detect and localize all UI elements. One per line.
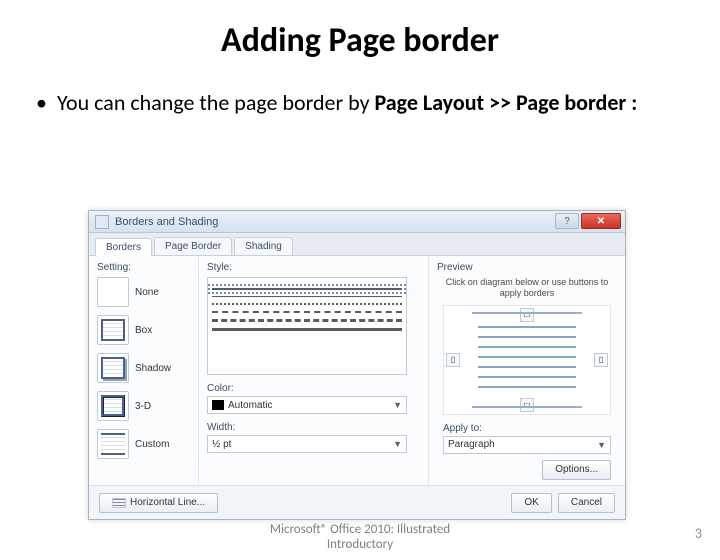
dialog-title: Borders and Shading xyxy=(115,216,218,228)
preview-label: Preview xyxy=(437,262,617,273)
shadow-icon xyxy=(97,353,129,383)
width-value: ½ pt xyxy=(212,439,231,450)
border-left-toggle[interactable]: ▯ xyxy=(446,353,460,367)
setting-shadow[interactable]: Shadow xyxy=(97,353,190,383)
style-solid-2[interactable] xyxy=(212,296,402,297)
width-label: Width: xyxy=(207,422,420,433)
dialog-body: Setting: None Box Shadow 3-D Custom Styl… xyxy=(89,256,625,518)
border-bottom-toggle[interactable]: ▭ xyxy=(520,398,534,412)
setting-3d[interactable]: 3-D xyxy=(97,391,190,421)
style-thick[interactable] xyxy=(212,328,402,331)
apply-to-combo[interactable]: Paragraph ▼ xyxy=(443,436,611,454)
style-solid[interactable] xyxy=(212,288,402,290)
setting-box[interactable]: Box xyxy=(97,315,190,345)
bullet-item: • You can change the page border by Page… xyxy=(36,89,720,117)
apply-to-value: Paragraph xyxy=(448,439,495,450)
apply-to-label: Apply to: xyxy=(443,423,611,434)
footer-caption: Microsoft® Office 2010: Illustrated Intr… xyxy=(0,522,720,552)
preview-column: Preview Click on diagram below or use bu… xyxy=(429,256,625,518)
style-column: Style: Color: Automatic ▼ Width: ½ pt ▼ xyxy=(199,256,429,518)
setting-label: Setting: xyxy=(97,262,190,273)
bullet-text: You can change the page border by Page L… xyxy=(57,89,637,117)
box-icon xyxy=(97,315,129,345)
dialog-titlebar[interactable]: Borders and Shading ? ✕ xyxy=(89,211,625,233)
none-label: None xyxy=(135,287,159,298)
style-dashed[interactable] xyxy=(212,311,402,313)
tab-page-border[interactable]: Page Border xyxy=(154,237,232,255)
custom-label: Custom xyxy=(135,439,169,450)
dialog-tabs: Borders Page Border Shading xyxy=(89,233,625,256)
color-swatch-icon xyxy=(212,400,224,410)
bullet-prefix: You can change the page border by xyxy=(57,89,375,116)
horizontal-line-button[interactable]: Horizontal Line... xyxy=(99,493,218,513)
chevron-down-icon: ▼ xyxy=(597,440,606,450)
footer-line1: Microsoft® Office 2010: Illustrated xyxy=(270,522,450,537)
preview-diagram[interactable]: ▭ ▭ ▯ ▯ xyxy=(443,305,611,415)
custom-icon xyxy=(97,429,129,459)
slide-title: Adding Page border xyxy=(0,20,720,61)
edge-bottom-icon xyxy=(472,406,582,408)
style-label: Style: xyxy=(207,262,420,273)
color-label: Color: xyxy=(207,383,420,394)
style-list[interactable] xyxy=(207,277,407,375)
preview-page xyxy=(472,320,582,400)
bullet-bold: Page Layout >> Page border : xyxy=(375,89,638,116)
horizontal-line-icon xyxy=(112,498,126,508)
color-combo[interactable]: Automatic ▼ xyxy=(207,396,407,414)
ok-button[interactable]: OK xyxy=(511,493,551,513)
help-button[interactable]: ? xyxy=(555,213,579,229)
setting-custom[interactable]: Custom xyxy=(97,429,190,459)
options-button[interactable]: Options... xyxy=(542,460,611,480)
dialog-footer: Horizontal Line... OK Cancel xyxy=(89,485,625,519)
edge-top-icon xyxy=(472,312,582,314)
close-button[interactable]: ✕ xyxy=(581,213,621,229)
setting-none[interactable]: None xyxy=(97,277,190,307)
tab-borders[interactable]: Borders xyxy=(95,238,152,256)
preview-hint: Click on diagram below or use buttons to… xyxy=(443,277,611,299)
chevron-down-icon: ▼ xyxy=(393,439,402,449)
preview-lines-icon xyxy=(478,326,576,394)
border-right-toggle[interactable]: ▯ xyxy=(594,353,608,367)
page-number: 3 xyxy=(695,525,702,542)
shadow-label: Shadow xyxy=(135,363,171,374)
three-d-label: 3-D xyxy=(135,401,151,412)
footer-line2: Introductory xyxy=(327,537,393,552)
three-d-icon xyxy=(97,391,129,421)
tab-shading[interactable]: Shading xyxy=(234,237,293,255)
app-icon xyxy=(95,215,109,229)
width-combo[interactable]: ½ pt ▼ xyxy=(207,435,407,453)
borders-shading-dialog: Borders and Shading ? ✕ Borders Page Bor… xyxy=(88,210,626,520)
chevron-down-icon: ▼ xyxy=(393,400,402,410)
none-icon xyxy=(97,277,129,307)
box-label: Box xyxy=(135,325,152,336)
cancel-button[interactable]: Cancel xyxy=(558,493,615,513)
setting-column: Setting: None Box Shadow 3-D Custom xyxy=(89,256,199,518)
color-value: Automatic xyxy=(228,400,272,411)
horizontal-line-label: Horizontal Line... xyxy=(130,497,205,508)
style-dotted[interactable] xyxy=(212,303,402,305)
style-dashed-2[interactable] xyxy=(212,319,402,322)
bullet-marker: • xyxy=(36,89,47,117)
